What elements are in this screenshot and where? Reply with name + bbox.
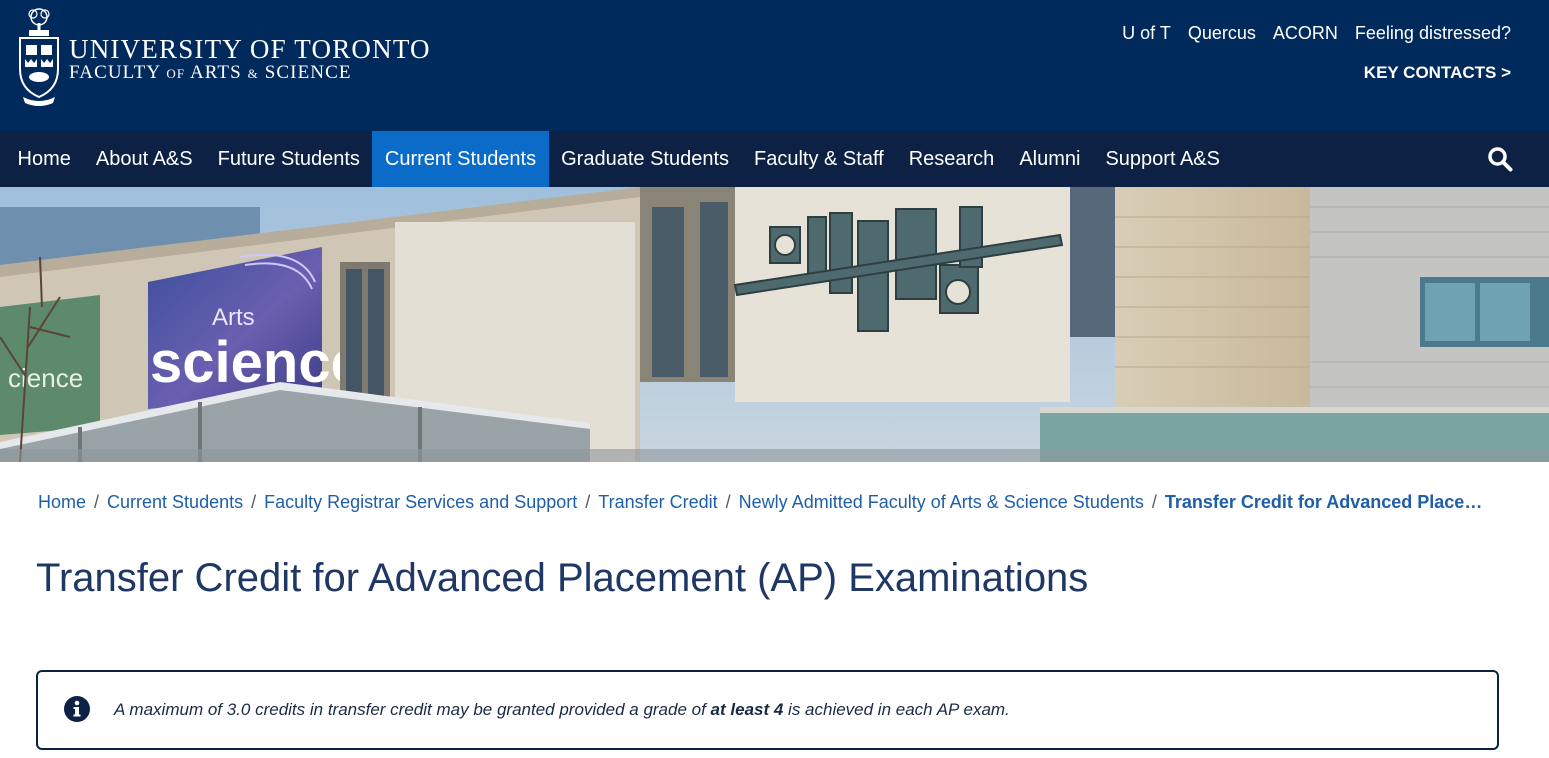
- breadcrumb-home[interactable]: Home: [38, 492, 86, 513]
- info-callout: A maximum of 3.0 credits in transfer cre…: [36, 670, 1499, 750]
- breadcrumb-transfer-credit[interactable]: Transfer Credit: [598, 492, 717, 513]
- breadcrumb-separator: /: [585, 492, 591, 512]
- info-text-bold: at least 4: [710, 700, 784, 719]
- breadcrumb-newly-admitted[interactable]: Newly Admitted Faculty of Arts & Science…: [739, 492, 1144, 513]
- util-link-feeling-distressed[interactable]: Feeling distressed?: [1355, 23, 1511, 44]
- util-link-quercus[interactable]: Quercus: [1188, 23, 1256, 44]
- info-text-after: is achieved in each AP exam.: [783, 700, 1010, 719]
- breadcrumb-current: Transfer Credit for Advanced Placement (…: [1164, 492, 1485, 512]
- arts-word: ARTS: [189, 62, 242, 83]
- breadcrumb-separator: /: [725, 492, 731, 512]
- info-text-before: A maximum of 3.0 credits in transfer cre…: [114, 700, 711, 719]
- top-header: UNIVERSITY OF TORONTO FACULTY OF ARTS & …: [0, 0, 1549, 131]
- util-link-uoft[interactable]: U of T: [1122, 23, 1171, 44]
- info-text: A maximum of 3.0 credits in transfer cre…: [114, 700, 1010, 720]
- info-circle-icon: [64, 696, 90, 722]
- nav-item-home[interactable]: Home: [5, 131, 83, 187]
- faculty-of-word: OF: [166, 66, 186, 81]
- breadcrumb-separator: /: [1151, 492, 1157, 512]
- search-icon[interactable]: [1487, 146, 1513, 172]
- key-contacts-link[interactable]: KEY CONTACTS >: [1364, 63, 1511, 83]
- university-wordmark: UNIVERSITY OF TORONTO FACULTY OF ARTS & …: [69, 35, 431, 85]
- utility-links: U of T Quercus ACORN Feeling distressed?: [1122, 23, 1511, 44]
- university-name: UNIVERSITY OF TORONTO: [69, 34, 431, 64]
- hero-image: cience Arts science: [0, 187, 1549, 462]
- nav-item-future-students[interactable]: Future Students: [205, 131, 372, 187]
- nav-item-current-students[interactable]: Current Students: [372, 131, 549, 187]
- building-illustration: cience Arts science: [0, 187, 1549, 462]
- page-title: Transfer Credit for Advanced Placement (…: [36, 556, 1089, 600]
- nav-item-graduate-students[interactable]: Graduate Students: [549, 131, 742, 187]
- main-nav-items: Home About A&S Future Students Current S…: [0, 131, 1549, 187]
- breadcrumb-registrar-services[interactable]: Faculty Registrar Services and Support: [264, 492, 577, 513]
- nav-item-research[interactable]: Research: [896, 131, 1007, 187]
- util-link-acorn[interactable]: ACORN: [1273, 23, 1338, 44]
- breadcrumb: Home / Current Students / Faculty Regist…: [38, 492, 1498, 513]
- nav-item-alumni[interactable]: Alumni: [1007, 131, 1093, 187]
- university-crest-icon: [19, 8, 59, 106]
- university-logo-link[interactable]: UNIVERSITY OF TORONTO FACULTY OF ARTS & …: [17, 5, 431, 107]
- science-word: SCIENCE: [264, 62, 352, 83]
- breadcrumb-current-students[interactable]: Current Students: [107, 492, 243, 513]
- faculty-word: FACULTY: [69, 62, 161, 83]
- banner-big-text: science: [150, 330, 363, 395]
- breadcrumb-separator: /: [251, 492, 257, 512]
- ampersand: &: [247, 66, 259, 81]
- main-nav: Home About A&S Future Students Current S…: [0, 131, 1549, 187]
- faculty-name: FACULTY OF ARTS & SCIENCE: [69, 62, 431, 85]
- nav-item-faculty-staff[interactable]: Faculty & Staff: [742, 131, 897, 187]
- nav-item-about[interactable]: About A&S: [83, 131, 205, 187]
- breadcrumb-separator: /: [94, 492, 100, 512]
- banner-small-text: Arts: [212, 304, 255, 331]
- nav-item-support[interactable]: Support A&S: [1093, 131, 1233, 187]
